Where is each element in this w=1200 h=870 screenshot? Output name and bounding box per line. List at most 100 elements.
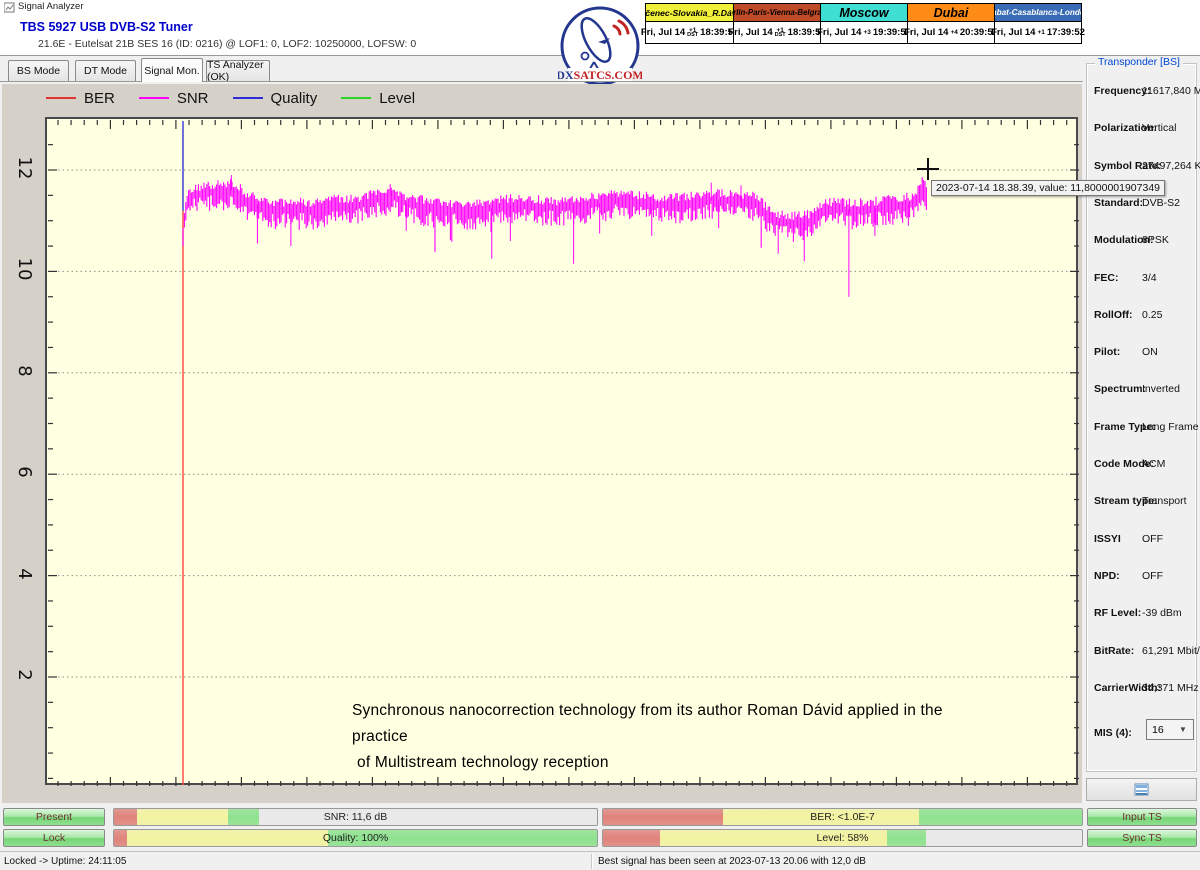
legend-line-icon	[233, 97, 263, 99]
tp-label-3: Standard:	[1094, 197, 1143, 209]
clock-utc-offset: +4	[950, 30, 957, 35]
clock-utc-offset: +1DST	[687, 28, 698, 38]
tab-dt-mode[interactable]: DT Mode	[75, 60, 136, 81]
clock-date: Fri, Jul 14	[728, 27, 772, 38]
plot-area[interactable]	[45, 117, 1078, 785]
level-bar: Level: 58%	[602, 829, 1083, 847]
logo-text-rest: SATCS.COM	[574, 68, 642, 82]
clock-date: Fri, Jul 14	[817, 27, 861, 38]
tp-value-13: OFF	[1142, 570, 1163, 582]
tp-value-11: Transport	[1142, 495, 1187, 507]
tp-value-7: ON	[1142, 346, 1158, 358]
tp-value-1: Vertical	[1142, 122, 1176, 134]
stream-list-button[interactable]	[1086, 778, 1197, 801]
clock-5: Rabat-Casablanca-LondonFri, Jul 14+117:3…	[994, 4, 1081, 43]
clock-time-row: Fri, Jul 14+319:39:52	[821, 22, 907, 43]
y-axis-tick-label: 6	[14, 460, 34, 484]
annotation-line-1: Synchronous nanocorrection technology fr…	[352, 698, 992, 750]
tp-label-5: FEC:	[1094, 272, 1119, 284]
clock-time-row: Fri, Jul 14+117:39:52	[995, 22, 1081, 43]
tp-value-2: 27497,264 KS/s	[1142, 160, 1200, 172]
clock-city-label: Berlin-Paris-Vienna-Belgrade	[734, 4, 820, 22]
chart-legend: BER SNR Quality Level	[46, 87, 439, 109]
legend-line-icon	[139, 97, 169, 99]
y-axis-tick-label: 2	[14, 663, 34, 687]
tp-value-14: -39 dBm	[1142, 607, 1182, 619]
clock-date: Fri, Jul 14	[641, 27, 685, 38]
tp-value-12: OFF	[1142, 533, 1163, 545]
list-icon	[1134, 783, 1149, 796]
tp-value-10: ACM	[1142, 458, 1165, 470]
crosshair-cursor-icon	[917, 168, 939, 170]
clock-date: Fri, Jul 14	[991, 27, 1035, 38]
transponder-title: Transponder [BS]	[1095, 56, 1183, 68]
y-axis-tick-label: 12	[14, 156, 34, 180]
tp-label-14: RF Level:	[1094, 607, 1141, 619]
signal-chart: BER SNR Quality Level 12 10 8 6 4 2	[2, 84, 1082, 803]
clock-time-row: Fri, Jul 14+1DST18:39:52	[734, 22, 820, 43]
mis-label: MIS (4):	[1094, 727, 1132, 739]
legend-label: Level	[379, 90, 415, 107]
clock-city-label: Moscow	[821, 4, 907, 22]
clock-utc-offset: +1DST	[775, 28, 786, 38]
status-bar: Locked -> Uptime: 24:11:05 Best signal h…	[0, 851, 1200, 870]
quality-bar: Quality: 100%	[113, 829, 598, 847]
legend-label: Quality	[271, 90, 318, 107]
clock-utc-offset: +3	[863, 30, 870, 35]
legend-line-icon	[46, 97, 76, 99]
clock-city-label: Lučenec-Slovakia_R.Dávid	[646, 4, 733, 22]
clock-time-row: Fri, Jul 14+420:39:52	[908, 22, 994, 43]
tp-label-12: ISSYI	[1094, 533, 1121, 545]
tp-value-4: 8PSK	[1142, 234, 1169, 246]
sync-ts-button[interactable]: Sync TS	[1087, 829, 1197, 847]
clock-city-label: Rabat-Casablanca-London	[995, 4, 1081, 22]
legend-label: BER	[84, 90, 115, 107]
tab-bs-mode[interactable]: BS Mode	[8, 60, 69, 81]
y-axis-tick-label: 8	[14, 359, 34, 383]
tp-label-13: NPD:	[1094, 570, 1120, 582]
svg-text:DXSATCS.COM: DXSATCS.COM	[558, 68, 642, 82]
tab-signal-mon-[interactable]: Signal Mon.	[141, 58, 203, 82]
tuner-title: TBS 5927 USB DVB-S2 Tuner	[20, 20, 193, 34]
best-signal-status: Best signal has been seen at 2023-07-13 …	[598, 856, 866, 867]
tp-value-3: DVB-S2	[1142, 197, 1180, 209]
clock-date: Fri, Jul 14	[904, 27, 948, 38]
clock-time-row: Fri, Jul 14+1DST18:39:52	[646, 22, 733, 43]
legend-label: SNR	[177, 90, 209, 107]
legend-item-level: Level	[341, 90, 415, 107]
clock-city-label: Dubai	[908, 4, 994, 22]
tp-value-8: Inverted	[1142, 383, 1180, 395]
tp-value-5: 3/4	[1142, 272, 1157, 284]
mis-selected-value: 16	[1147, 724, 1179, 736]
clock-time: 17:39:52	[1047, 27, 1085, 38]
tuner-subtitle: 21.6E - Eutelsat 21B SES 16 (ID: 0216) @…	[38, 38, 416, 50]
tab-ts-analyzer-ok-[interactable]: TS Analyzer (OK)	[206, 60, 270, 81]
tp-label-15: BitRate:	[1094, 645, 1134, 657]
snr-bar: SNR: 11,6 dB	[113, 808, 598, 826]
clock-utc-offset: +1	[1037, 30, 1044, 35]
lock-uptime-status: Locked -> Uptime: 24:11:05	[4, 856, 126, 867]
lock-button[interactable]: Lock	[3, 829, 105, 847]
clock-3: MoscowFri, Jul 14+319:39:52	[820, 4, 907, 43]
snr-bar-label: SNR: 11,6 dB	[114, 809, 597, 825]
app-icon	[4, 2, 15, 13]
logo-text-dx: DX	[558, 68, 574, 82]
tp-value-6: 0.25	[1142, 309, 1162, 321]
y-axis-tick-label: 10	[14, 257, 34, 281]
tp-label-7: Pilot:	[1094, 346, 1120, 358]
mis-dropdown[interactable]: 16 ▼	[1146, 719, 1194, 740]
clock-4: DubaiFri, Jul 14+420:39:52	[907, 4, 994, 43]
tp-label-8: Spectrum:	[1094, 383, 1146, 395]
value-tooltip: 2023-07-14 18.38.39, value: 11,800000190…	[931, 180, 1165, 196]
level-bar-label: Level: 58%	[603, 830, 1082, 846]
chevron-down-icon: ▼	[1179, 725, 1193, 734]
tp-label-6: RollOff:	[1094, 309, 1133, 321]
clock-2: Berlin-Paris-Vienna-BelgradeFri, Jul 14+…	[733, 4, 820, 43]
input-ts-button[interactable]: Input TS	[1087, 808, 1197, 826]
tp-value-0: 11617,840 MHz	[1142, 85, 1200, 97]
legend-item-snr: SNR	[139, 90, 209, 107]
tp-value-9: Long Frame	[1142, 421, 1199, 433]
present-button[interactable]: Present	[3, 808, 105, 826]
clock-1: Lučenec-Slovakia_R.DávidFri, Jul 14+1DST…	[646, 4, 733, 43]
y-axis-tick-label: 4	[14, 562, 34, 586]
